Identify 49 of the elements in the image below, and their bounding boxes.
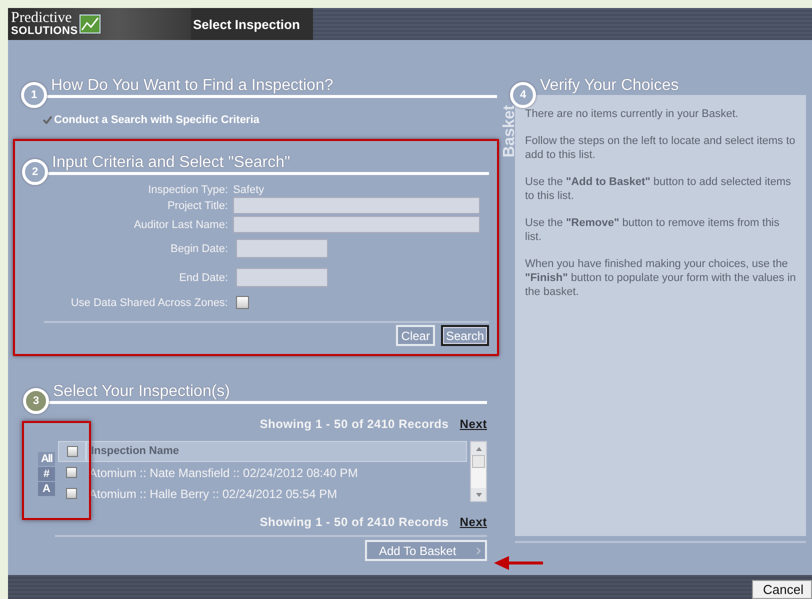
field-label: Auditor Last Name: — [134, 218, 228, 230]
field-label: Inspection Type: — [148, 184, 228, 196]
checkbox[interactable] — [236, 296, 249, 309]
cancel-button[interactable]: Cancel — [752, 580, 812, 599]
record-count: Showing 1 - 50 of 2410 Records — [260, 515, 449, 529]
basket-instructions: When you have finished making your choices, use the "Finish" button to populate your form with the values in the basket. — [525, 257, 796, 299]
field-label: Use Data Shared Across Zones: — [70, 296, 228, 308]
basket-instructions: Follow the steps on the left to locate and select items to add to this list. — [525, 134, 796, 162]
logo-text: SOLUTIONS — [11, 24, 78, 36]
step-number-badge: 3 — [23, 388, 49, 414]
field-label: End Date: — [179, 272, 228, 284]
checkbox[interactable] — [66, 488, 77, 499]
search-button[interactable]: Search — [440, 325, 489, 346]
step-number-badge: 1 — [21, 82, 47, 108]
text-field[interactable] — [233, 197, 480, 214]
basket-instructions: There are no items currently in your Basket. — [525, 107, 740, 121]
annotation-arrow — [493, 555, 545, 571]
search-option[interactable]: Conduct a Search with Specific Criteria — [54, 114, 260, 126]
date-field[interactable] — [236, 239, 328, 258]
index-letter[interactable]: A — [38, 482, 55, 496]
index-letter[interactable]: All — [38, 452, 55, 466]
chart-logo-icon — [78, 14, 101, 34]
inspection-item[interactable]: Atomium :: Halle Berry :: 02/24/2012 05:54 PM — [85, 486, 338, 500]
inspection-item[interactable]: Atomium :: Nate Mansfield :: 02/24/2012 08:40 PM — [85, 466, 358, 480]
next-link[interactable]: Next — [460, 515, 487, 529]
clear-button[interactable]: Clear — [396, 325, 435, 346]
checkbox[interactable] — [66, 467, 77, 478]
field-value: Safety — [233, 184, 266, 196]
index-letter[interactable]: # — [38, 467, 55, 481]
window-title: Select Inspection — [191, 8, 313, 40]
basket-tab[interactable]: Basket — [503, 105, 517, 158]
column-header: Inspection Name — [90, 444, 180, 459]
scrollbar[interactable] — [470, 441, 487, 502]
field-label: Begin Date: — [170, 242, 228, 254]
record-count: Showing 1 - 50 of 2410 Records — [260, 417, 449, 431]
date-field[interactable] — [236, 268, 328, 287]
step-title: Input Criteria and Select "Search" — [46, 154, 489, 175]
chevron-icon — [476, 546, 481, 554]
checkbox[interactable] — [66, 446, 78, 457]
add-to-basket-button[interactable]: Add To Basket — [365, 540, 487, 561]
step-number-badge: 2 — [22, 159, 48, 185]
basket-instructions: Use the "Add to Basket" button to add selected items to this list. — [525, 175, 792, 203]
field-label: Project Title: — [167, 200, 228, 212]
basket-instructions: Use the "Remove" button to remove items from this list. — [525, 216, 780, 244]
next-link[interactable]: Next — [460, 417, 487, 431]
text-field[interactable] — [233, 216, 480, 233]
step-title: How Do You Want to Find a Inspection? — [45, 77, 497, 98]
step-title: Select Your Inspection(s) — [47, 383, 487, 404]
logo-text: Predictive — [11, 12, 73, 24]
